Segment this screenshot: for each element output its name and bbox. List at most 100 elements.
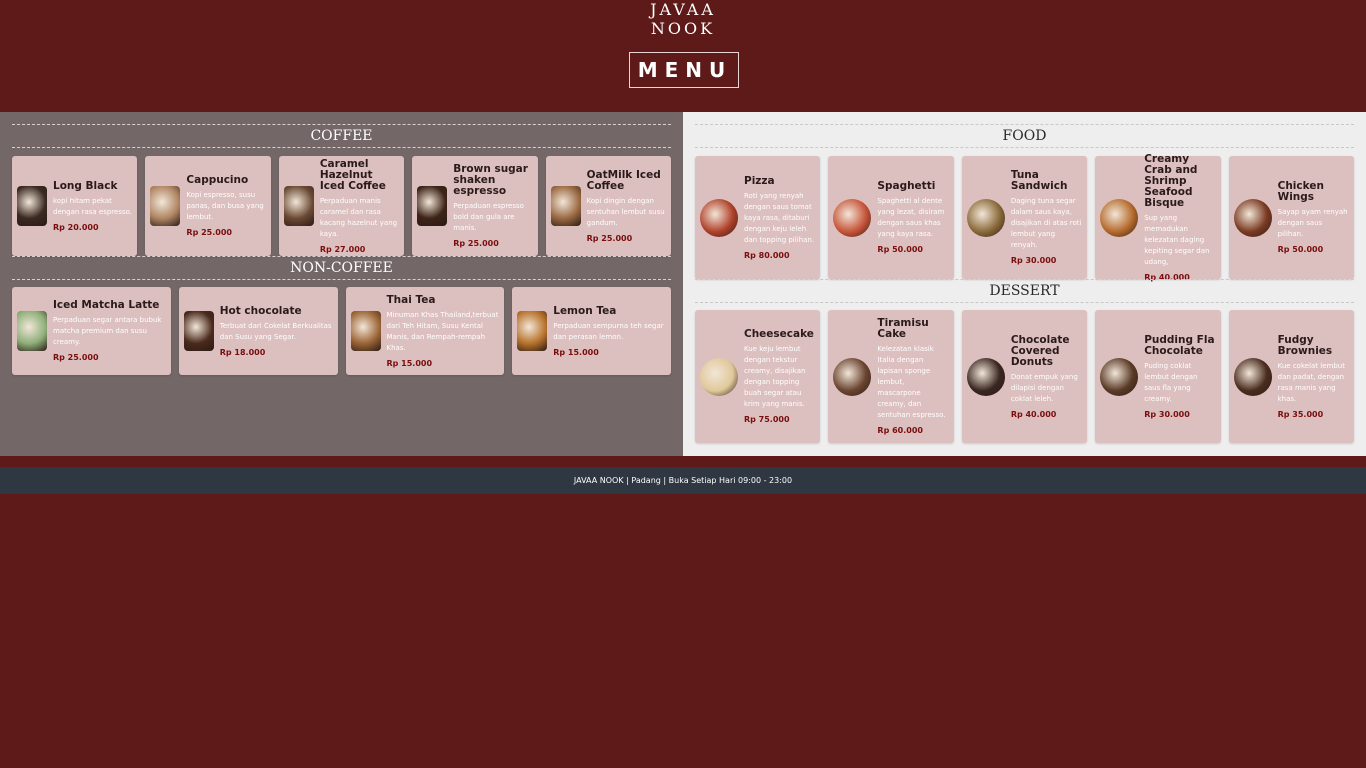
menu-item-price: Rp 25.000 bbox=[586, 233, 633, 243]
menu-item-name: Pudding Fla Chocolate bbox=[1144, 333, 1215, 357]
noncoffee-grid: Iced Matcha Latte Perpaduan segar antara … bbox=[12, 287, 671, 375]
menu-item-name: Caramel Hazelnut Iced Coffee bbox=[319, 157, 386, 192]
menu-item-card[interactable]: Lemon Tea Perpaduan sempurna teh segar da… bbox=[512, 287, 671, 375]
menu-item-price: Rp 50.000 bbox=[1277, 245, 1324, 254]
brand-logo[interactable]: JAVAA NOOK bbox=[0, 0, 1366, 38]
menu-item-info: Brown sugar shaken espresso Perpaduan esp… bbox=[453, 164, 532, 249]
menu-item-info: Caramel Hazelnut Iced Coffee Perpaduan ma… bbox=[319, 157, 399, 254]
menu-item-card[interactable]: Brown sugar shaken espresso Perpaduan esp… bbox=[412, 156, 538, 256]
menu-item-name: Tuna Sandwich bbox=[1010, 169, 1068, 192]
menu-item-info: Chocolate Covered Donuts Donat empuk yang… bbox=[1010, 334, 1082, 419]
menu-item-price: Rp 60.000 bbox=[877, 426, 923, 435]
menu-item-image bbox=[350, 311, 381, 351]
menu-item-card[interactable]: Pizza Roti yang renyah dengan saus tomat … bbox=[695, 156, 821, 279]
menu-item-info: Lemon Tea Perpaduan sempurna teh segar da… bbox=[553, 304, 666, 357]
menu-item-price: Rp 30.000 bbox=[1144, 409, 1190, 419]
menu-item-price: Rp 30.000 bbox=[1010, 256, 1057, 265]
menu-item-image bbox=[833, 357, 872, 396]
menu-item-desc: Sup yang memadukan kelezatan daging kepi… bbox=[1144, 213, 1210, 266]
menu-item-name: Cappucino bbox=[186, 174, 249, 186]
section-title-noncoffee: NON-COFFEE bbox=[12, 256, 671, 280]
menu-item-info: Thai Tea Minuman Khas Thailand,terbuat da… bbox=[386, 294, 500, 368]
menu-item-desc: Kopi espresso, susu panas, dan busa yang… bbox=[186, 191, 264, 221]
menu-item-name: Pizza bbox=[744, 174, 775, 187]
menu-item-image bbox=[517, 311, 548, 351]
menu-item-price: Rp 35.000 bbox=[1277, 409, 1324, 419]
menu-item-card[interactable]: Chocolate Covered Donuts Donat empuk yang… bbox=[961, 310, 1088, 443]
menu-item-card[interactable]: Tuna Sandwich Daging tuna segar dalam sau… bbox=[961, 156, 1088, 279]
menu-item-image bbox=[17, 311, 47, 351]
menu-item-price: Rp 15.000 bbox=[386, 358, 433, 368]
menu-item-card[interactable]: Spaghetti Spaghetti al dente yang lezat, … bbox=[828, 156, 954, 279]
header: JAVAA NOOK MENU bbox=[0, 0, 1366, 112]
menu-item-desc: Minuman Khas Thailand,terbuat dari Teh H… bbox=[386, 310, 499, 352]
menu-item-image bbox=[150, 186, 181, 226]
menu-item-name: OatMilk Iced Coffee bbox=[586, 168, 661, 192]
menu-item-desc: Kue cokelat lembut dan padat, dengan ras… bbox=[1277, 361, 1345, 403]
menu-item-image bbox=[966, 198, 1005, 237]
menu-item-price: Rp 25.000 bbox=[53, 353, 99, 362]
menu-item-info: Fudgy Brownies Kue cokelat lembut dan pad… bbox=[1277, 333, 1349, 419]
menu-item-name: Cheesecake bbox=[744, 328, 814, 340]
menu-item-price: Rp 25.000 bbox=[186, 228, 232, 237]
menu-item-card[interactable]: Tiramisu Cake Kelezatan klasik Italia den… bbox=[828, 310, 954, 443]
menu-item-card[interactable]: Cheesecake Kue keju lembut dengan tekstur… bbox=[695, 310, 821, 443]
menu-item-card[interactable]: Cappucino Kopi espresso, susu panas, dan … bbox=[145, 156, 271, 256]
menu-item-info: OatMilk Iced Coffee Kopi dingin dengan se… bbox=[586, 168, 666, 243]
menu-item-name: Fudgy Brownies bbox=[1277, 333, 1333, 357]
menu-item-price: Rp 15.000 bbox=[553, 347, 599, 357]
menu-item-price: Rp 40.000 bbox=[1010, 409, 1057, 419]
menu-item-info: Pizza Roti yang renyah dengan saus tomat … bbox=[744, 174, 815, 260]
menu-item-card[interactable]: Fudgy Brownies Kue cokelat lembut dan pad… bbox=[1228, 310, 1355, 443]
menu-item-name: Lemon Tea bbox=[553, 304, 617, 317]
food-grid: Pizza Roti yang renyah dengan saus tomat … bbox=[695, 152, 1355, 282]
menu-item-card[interactable]: OatMilk Iced Coffee Kopi dingin dengan se… bbox=[545, 156, 672, 256]
menu-item-desc: Kue keju lembut dengan tekstur creamy, d… bbox=[744, 345, 806, 408]
menu-item-info: Cappucino Kopi espresso, susu panas, dan … bbox=[186, 174, 265, 238]
brand-line-1: JAVAA bbox=[650, 0, 716, 19]
menu-item-card[interactable]: Caramel Hazelnut Iced Coffee Perpaduan ma… bbox=[278, 156, 405, 256]
menu-item-card[interactable]: Iced Matcha Latte Perpaduan segar antara … bbox=[12, 287, 171, 375]
menu-item-desc: Sayap ayam renyah dengan saus pilihan. bbox=[1277, 208, 1348, 238]
section-title-food: FOOD bbox=[695, 124, 1354, 148]
menu-item-image bbox=[700, 357, 738, 396]
menu-item-image bbox=[966, 357, 1005, 396]
menu-item-desc: Kopi dingin dengan sentuhan lembut susu … bbox=[586, 196, 665, 227]
menu-item-info: Tiramisu Cake Kelezatan klasik Italia den… bbox=[877, 318, 948, 436]
menu-item-card[interactable]: Thai Tea Minuman Khas Thailand,terbuat da… bbox=[345, 287, 505, 375]
menu-item-price: Rp 27.000 bbox=[319, 244, 366, 254]
menu-item-name: Spaghetti bbox=[877, 180, 936, 192]
menu-item-desc: kopi hitam pekat dengan rasa espresso. bbox=[53, 196, 133, 216]
menu-content: COFFEE Long Black kopi hitam pekat dengan… bbox=[0, 112, 1366, 456]
menu-item-info: Long Black kopi hitam pekat dengan rasa e… bbox=[53, 179, 133, 232]
menu-item-name: Chicken Wings bbox=[1277, 180, 1324, 203]
menu-item-name: Long Black bbox=[53, 179, 118, 192]
menu-item-desc: Perpaduan espresso bold dan gula are man… bbox=[453, 202, 524, 232]
menu-item-info: Pudding Fla Chocolate Puding coklat lembu… bbox=[1144, 333, 1215, 419]
food-panel: FOOD Pizza Roti yang renyah dengan saus t… bbox=[683, 112, 1366, 456]
menu-item-image bbox=[183, 311, 214, 351]
menu-item-info: Creamy Crab and Shrimp Seafood Bisque Sup… bbox=[1144, 152, 1215, 282]
menu-item-info: Tuna Sandwich Daging tuna segar dalam sau… bbox=[1010, 169, 1082, 266]
menu-item-image bbox=[1100, 357, 1139, 396]
menu-item-card[interactable]: Long Black kopi hitam pekat dengan rasa e… bbox=[12, 156, 138, 256]
menu-item-image bbox=[17, 186, 47, 226]
menu-item-card[interactable]: Creamy Crab and Shrimp Seafood Bisque Sup… bbox=[1095, 152, 1221, 282]
dessert-grid: Cheesecake Kue keju lembut dengan tekstur… bbox=[695, 310, 1355, 443]
drinks-panel: COFFEE Long Black kopi hitam pekat dengan… bbox=[0, 112, 683, 456]
menu-item-info: Cheesecake Kue keju lembut dengan tekstur… bbox=[744, 328, 815, 425]
menu-item-desc: Daging tuna segar dalam saus kaya, disaj… bbox=[1010, 197, 1082, 249]
menu-item-card[interactable]: Pudding Fla Chocolate Puding coklat lembu… bbox=[1095, 310, 1221, 443]
coffee-grid: Long Black kopi hitam pekat dengan rasa e… bbox=[12, 156, 672, 256]
menu-item-info: Spaghetti Spaghetti al dente yang lezat, … bbox=[877, 180, 948, 255]
menu-item-name: Hot chocolate bbox=[219, 304, 302, 317]
menu-item-desc: Donat empuk yang dilapisi dengan coklat … bbox=[1010, 372, 1078, 403]
menu-item-card[interactable]: Hot chocolate Terbuat dari Cokelat Berkua… bbox=[178, 287, 338, 375]
menu-item-name: Creamy Crab and Shrimp Seafood Bisque bbox=[1144, 152, 1198, 209]
menu-item-image bbox=[1233, 198, 1272, 237]
menu-item-desc: Puding coklat lembut dengan saus fla yan… bbox=[1144, 361, 1198, 403]
menu-item-desc: Spaghetti al dente yang lezat, disiram d… bbox=[877, 197, 945, 238]
section-title-coffee: COFFEE bbox=[12, 124, 671, 148]
menu-item-desc: Perpaduan manis caramel dan rasa kacang … bbox=[319, 196, 398, 238]
menu-item-card[interactable]: Chicken Wings Sayap ayam renyah dengan sa… bbox=[1228, 156, 1355, 279]
